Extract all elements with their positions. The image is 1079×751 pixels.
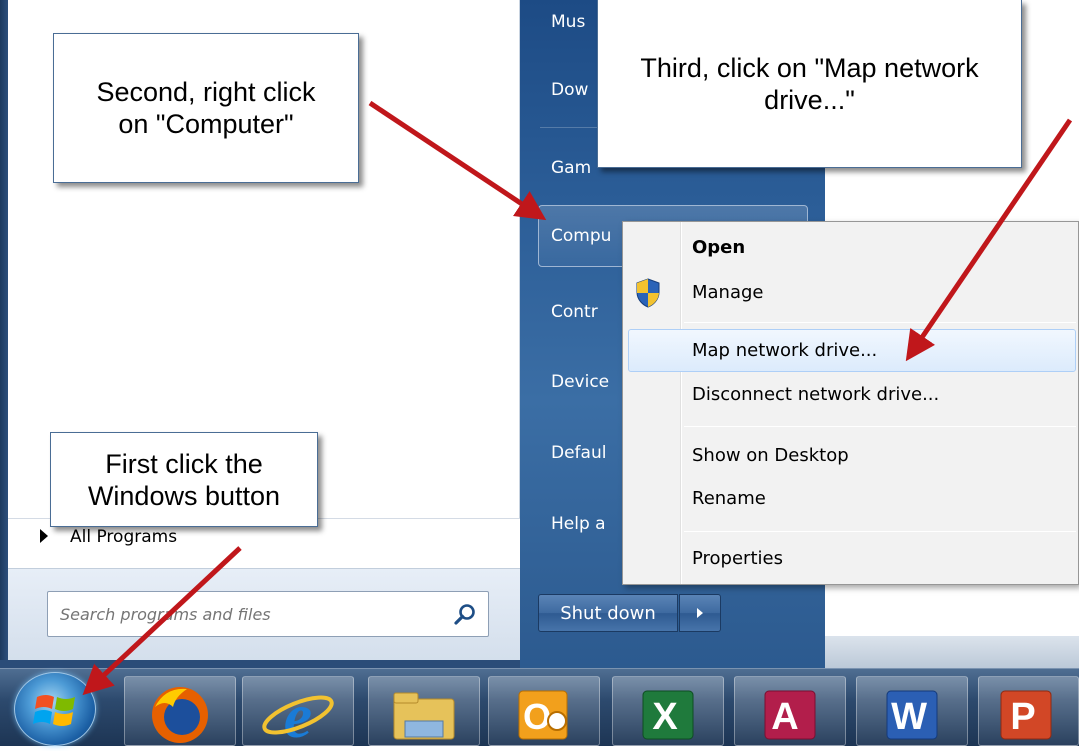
arrow-to-map-network-drive [905, 118, 1073, 362]
arrow-to-computer [368, 100, 547, 221]
annotation-arrows [82, 100, 1073, 696]
arrow-to-start-button [82, 546, 242, 696]
